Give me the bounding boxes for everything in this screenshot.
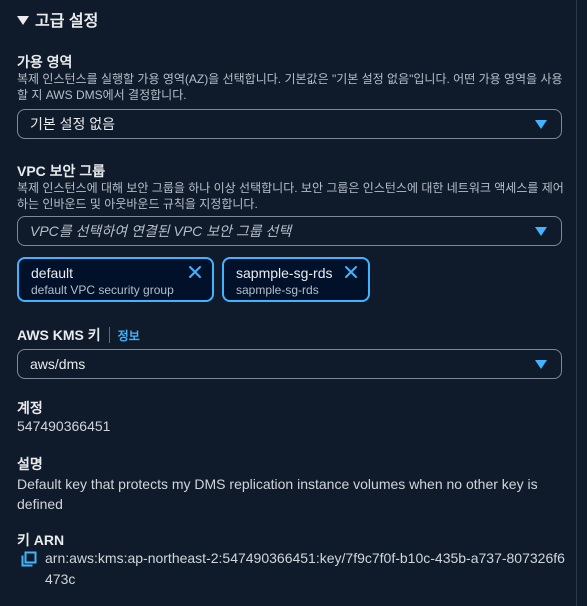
chevron-down-icon: [535, 360, 547, 369]
label-divider: [108, 327, 110, 343]
vpc-sg-placeholder: VPC를 선택하여 연결된 VPC 보안 그룹 선택: [30, 223, 292, 239]
az-select-value: 기본 설정 없음: [30, 116, 116, 132]
chevron-down-icon: [535, 120, 547, 129]
key-arn-value: arn:aws:kms:ap-northeast-2:547490366451:…: [45, 550, 565, 587]
section-title: 고급 설정: [35, 13, 99, 30]
sg-token-default: default default VPC security group: [17, 257, 214, 302]
sg-token-sapmple: sapmple-sg-rds sapmple-sg-rds: [222, 257, 370, 302]
kms-label-row: AWS KMS 키 정보: [17, 325, 140, 345]
sg-token-name: sapmple-sg-rds: [236, 265, 333, 281]
sg-token-desc: sapmple-sg-rds: [236, 283, 319, 297]
description-value: Default key that protects my DMS replica…: [17, 476, 538, 512]
vpc-sg-description: 복제 인스턴스에 대해 보안 그룹을 하나 이상 선택합니다. 보안 그룹은 인…: [17, 181, 564, 211]
vpc-sg-label: VPC 보안 그룹: [17, 163, 106, 179]
caret-down-icon: [17, 15, 29, 25]
kms-select-value: aws/dms: [30, 356, 86, 372]
description-label: 설명: [17, 456, 43, 472]
sg-token-desc: default VPC security group: [31, 283, 174, 297]
az-label: 가용 영역: [17, 54, 73, 70]
az-description: 복제 인스턴스를 실행할 가용 영역(AZ)을 선택합니다. 기본값은 "기본 …: [17, 72, 563, 102]
advanced-settings-panel: 고급 설정 가용 영역 복제 인스턴스를 실행할 가용 영역(AZ)을 선택합니…: [0, 0, 577, 606]
sg-token-name: default: [31, 265, 74, 281]
kms-info-link[interactable]: 정보: [118, 327, 140, 344]
advanced-settings-toggle[interactable]: 고급 설정: [17, 7, 98, 31]
kms-label: AWS KMS 키: [17, 327, 101, 343]
az-select[interactable]: 기본 설정 없음: [17, 109, 562, 139]
close-icon[interactable]: [188, 265, 202, 279]
kms-select[interactable]: aws/dms: [17, 349, 562, 379]
copy-icon[interactable]: [21, 551, 37, 567]
key-arn-label: 키 ARN: [17, 532, 65, 548]
chevron-down-icon: [535, 227, 547, 236]
vpc-sg-select[interactable]: VPC를 선택하여 연결된 VPC 보안 그룹 선택: [17, 216, 562, 246]
account-label: 계정: [17, 400, 43, 416]
account-value: 547490366451: [17, 418, 111, 434]
close-icon[interactable]: [344, 265, 358, 279]
